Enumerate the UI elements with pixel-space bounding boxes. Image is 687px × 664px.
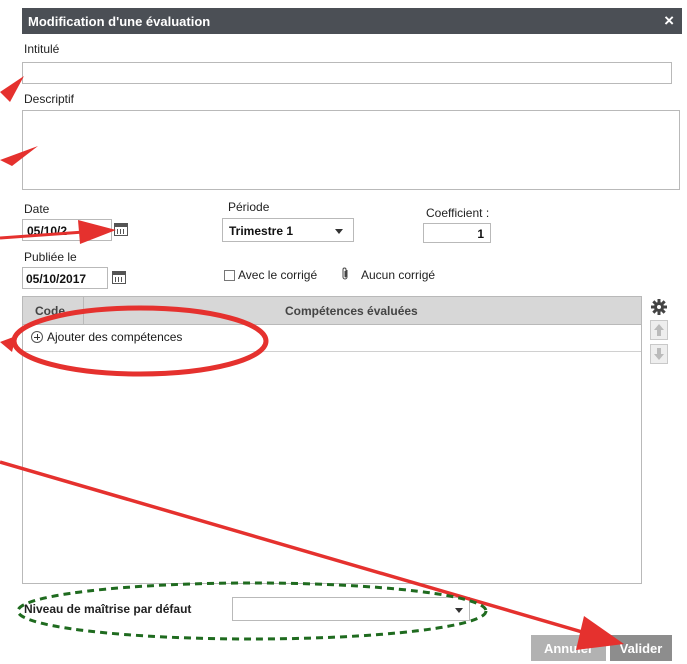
corrige-label: Avec le corrigé: [238, 268, 318, 282]
cancel-button[interactable]: Annuler: [531, 635, 606, 661]
coefficient-value: 1: [477, 227, 484, 241]
paperclip-icon[interactable]: [341, 267, 350, 281]
calendar-icon[interactable]: [114, 223, 128, 236]
plus-circle-icon: [31, 331, 43, 343]
descriptif-textarea[interactable]: [22, 110, 680, 190]
descriptif-label: Descriptif: [24, 92, 75, 106]
chevron-down-icon: [455, 608, 463, 613]
date-label: Date: [24, 202, 50, 216]
calendar-icon[interactable]: [112, 271, 126, 284]
gear-icon[interactable]: [650, 298, 668, 316]
dialog-title: Modification d'une évaluation: [28, 14, 211, 29]
arrow-up-icon: [654, 324, 664, 336]
publiee-value: 05/10/2017: [26, 272, 87, 286]
coefficient-label: Coefficient :: [426, 206, 490, 220]
intitule-label: Intitulé: [24, 42, 60, 56]
periode-select[interactable]: Trimestre 1: [222, 218, 354, 242]
arrow-down-icon: [654, 348, 664, 360]
periode-value: Trimestre 1: [229, 224, 294, 238]
add-competences-label: Ajouter des compétences: [47, 330, 183, 344]
coefficient-input[interactable]: 1: [423, 223, 491, 243]
niveau-select[interactable]: [232, 597, 470, 621]
add-competences-row[interactable]: Ajouter des compétences: [23, 325, 641, 352]
column-code[interactable]: Code: [35, 304, 65, 318]
move-down-button[interactable]: [650, 344, 668, 364]
close-icon[interactable]: ×: [664, 11, 674, 31]
column-divider: [83, 297, 84, 324]
grid-header: Code Compétences évaluées: [23, 297, 641, 325]
niveau-label: Niveau de maîtrise par défaut: [24, 602, 192, 616]
chevron-down-icon: [335, 229, 343, 234]
move-up-button[interactable]: [650, 320, 668, 340]
intitule-input[interactable]: [22, 62, 672, 84]
arrow-annotation-intitule: [0, 76, 24, 102]
dialog-titlebar: Modification d'une évaluation ×: [22, 8, 682, 34]
periode-label: Période: [228, 200, 270, 214]
arrow-annotation-competences: [0, 336, 16, 352]
competences-grid: Code Compétences évaluées Ajouter des co…: [22, 296, 642, 584]
date-input[interactable]: 05/10/2: [22, 219, 112, 241]
date-value: 05/10/2: [27, 224, 68, 238]
publiee-label: Publiée le: [24, 250, 77, 264]
corrige-checkbox[interactable]: [224, 270, 235, 281]
publiee-input[interactable]: 05/10/2017: [22, 267, 108, 289]
column-competences[interactable]: Compétences évaluées: [285, 304, 418, 318]
aucun-corrige-label: Aucun corrigé: [361, 268, 436, 282]
validate-button[interactable]: Valider: [610, 635, 672, 661]
